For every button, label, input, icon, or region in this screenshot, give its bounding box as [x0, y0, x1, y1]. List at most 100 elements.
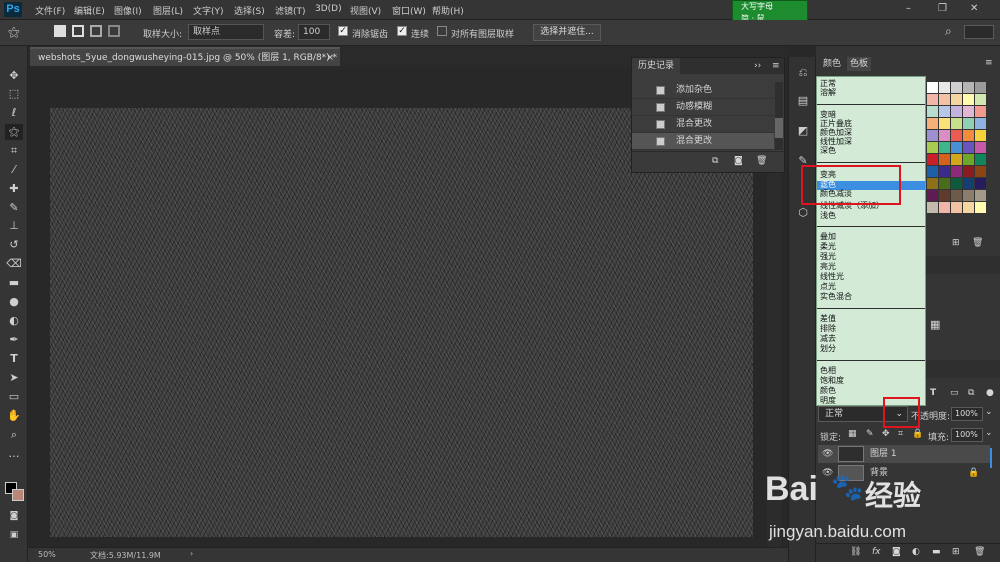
blend-option[interactable]: 正片叠底: [820, 119, 852, 128]
adjustment-grid-icon[interactable]: ▦: [930, 318, 940, 331]
pen-tool-icon[interactable]: ✒: [5, 332, 23, 348]
color-swatch[interactable]: [963, 154, 974, 165]
color-swatch[interactable]: [975, 142, 986, 153]
blend-option[interactable]: 减去: [820, 334, 836, 343]
type-tool-icon[interactable]: T: [5, 351, 23, 367]
collapse-icon[interactable]: ››: [754, 58, 761, 74]
color-swatch[interactable]: [951, 82, 962, 93]
color-swatch[interactable]: [927, 118, 938, 129]
color-swatch[interactable]: [927, 82, 938, 93]
color-swatch[interactable]: [963, 166, 974, 177]
zoom-level[interactable]: 50%: [38, 550, 56, 559]
color-swatch[interactable]: [927, 106, 938, 117]
history-tab[interactable]: 历史记录: [632, 58, 681, 74]
swatches-menu-icon[interactable]: ≡: [985, 58, 993, 68]
properties-panel-icon[interactable]: ▤: [795, 93, 811, 109]
lock-position-icon[interactable]: ✥: [882, 429, 890, 439]
color-swatch[interactable]: [963, 94, 974, 105]
color-swatch[interactable]: [927, 202, 938, 213]
blend-option[interactable]: 色相: [820, 366, 836, 375]
opacity-dropdown-icon[interactable]: ⌄: [985, 407, 993, 417]
contiguous-checkbox[interactable]: ✓: [397, 26, 407, 36]
more-tools-icon[interactable]: …: [5, 446, 23, 462]
trash-icon[interactable]: 🗑: [756, 156, 767, 166]
adjustments-panel-icon[interactable]: ◩: [795, 123, 811, 139]
color-swatch[interactable]: [939, 178, 950, 189]
color-swatch[interactable]: [939, 118, 950, 129]
lock-pixels-icon[interactable]: ✎: [866, 429, 874, 439]
quick-mask-icon[interactable]: ◙: [5, 508, 23, 524]
all-layers-checkbox[interactable]: [437, 26, 447, 36]
blur-tool-icon[interactable]: ●: [5, 294, 23, 310]
menu-type[interactable]: 文字(Y): [193, 4, 224, 17]
tab-swatches[interactable]: 色板: [847, 57, 872, 71]
blend-option[interactable]: 正常: [820, 79, 836, 88]
blend-option[interactable]: 溶解: [820, 88, 836, 97]
swatch-grid[interactable]: [927, 82, 987, 216]
restore-icon[interactable]: ❐: [938, 3, 947, 14]
color-swatch[interactable]: [963, 130, 974, 141]
fill-dropdown-icon[interactable]: ⌄: [985, 428, 993, 438]
delete-swatch-icon[interactable]: 🗑: [972, 238, 983, 248]
menu-layer[interactable]: 图层(L): [153, 4, 183, 17]
color-swatch[interactable]: [939, 202, 950, 213]
color-swatch[interactable]: [951, 154, 962, 165]
color-swatch[interactable]: [951, 202, 962, 213]
antialias-checkbox[interactable]: ✓: [338, 26, 348, 36]
3d-panel-icon[interactable]: ⬡: [795, 205, 811, 221]
smart-filter-icon[interactable]: ⧉: [968, 388, 974, 398]
color-swatch[interactable]: [951, 118, 962, 129]
blend-option[interactable]: 排除: [820, 324, 836, 333]
color-swatch[interactable]: [975, 202, 986, 213]
color-swatch[interactable]: [975, 178, 986, 189]
blend-option[interactable]: 叠加: [820, 232, 836, 241]
workspace-select[interactable]: [964, 25, 994, 39]
blend-option[interactable]: 变暗: [820, 110, 836, 119]
blend-option[interactable]: 亮光: [820, 262, 836, 271]
tab-color[interactable]: 颜色: [820, 57, 844, 71]
blend-option[interactable]: 实色混合: [820, 292, 852, 301]
color-swatch[interactable]: [939, 82, 950, 93]
color-swatch[interactable]: [975, 118, 986, 129]
menu-file[interactable]: 文件(F): [35, 4, 65, 17]
history-brush-tool-icon[interactable]: ↺: [5, 237, 23, 253]
color-swatch[interactable]: [939, 166, 950, 177]
subtract-selection-icon[interactable]: [90, 25, 102, 37]
blend-option[interactable]: 饱和度: [820, 376, 844, 385]
menu-window[interactable]: 窗口(W): [392, 4, 426, 17]
lasso-tool-icon[interactable]: ℓ: [5, 105, 23, 121]
close-tab-icon[interactable]: ×: [326, 49, 334, 68]
status-arrow-icon[interactable]: ›: [190, 549, 193, 558]
color-swatch[interactable]: [939, 154, 950, 165]
menu-edit[interactable]: 编辑(E): [74, 4, 105, 17]
blend-option[interactable]: 划分: [820, 344, 836, 353]
blend-option[interactable]: 强光: [820, 252, 836, 261]
color-swatch[interactable]: [963, 178, 974, 189]
eyedropper-tool-icon[interactable]: ⁄: [5, 162, 23, 178]
menu-filter[interactable]: 滤镜(T): [275, 4, 306, 17]
menu-view[interactable]: 视图(V): [350, 4, 381, 17]
snapshot-camera-icon[interactable]: ◙: [734, 156, 743, 166]
background-color-swatch[interactable]: [12, 489, 24, 501]
color-swatch[interactable]: [951, 106, 962, 117]
panel-menu-icon[interactable]: ≡: [772, 58, 780, 74]
gradient-tool-icon[interactable]: ▬: [5, 275, 23, 291]
color-swatch[interactable]: [963, 190, 974, 201]
stamp-tool-icon[interactable]: ⊥: [5, 218, 23, 234]
color-swatch[interactable]: [963, 82, 974, 93]
color-swatch[interactable]: [963, 142, 974, 153]
lock-transparency-icon[interactable]: ▦: [848, 429, 857, 439]
zoom-tool-icon[interactable]: ⌕: [5, 427, 23, 443]
color-swatch[interactable]: [939, 106, 950, 117]
blend-option[interactable]: 颜色: [820, 386, 836, 395]
color-swatch[interactable]: [975, 106, 986, 117]
dodge-tool-icon[interactable]: ◐: [5, 313, 23, 329]
blend-option[interactable]: 颜色加深: [820, 128, 852, 137]
blend-option[interactable]: 线性加深: [820, 137, 852, 146]
minimize-icon[interactable]: –: [906, 3, 911, 14]
history-item[interactable]: 添加杂色: [632, 82, 774, 99]
blend-option[interactable]: 点光: [820, 282, 836, 291]
blend-option[interactable]: 差值: [820, 314, 836, 323]
shape-filter-icon[interactable]: ▭: [950, 388, 959, 398]
magic-wand-icon[interactable]: ⚝: [8, 25, 20, 40]
